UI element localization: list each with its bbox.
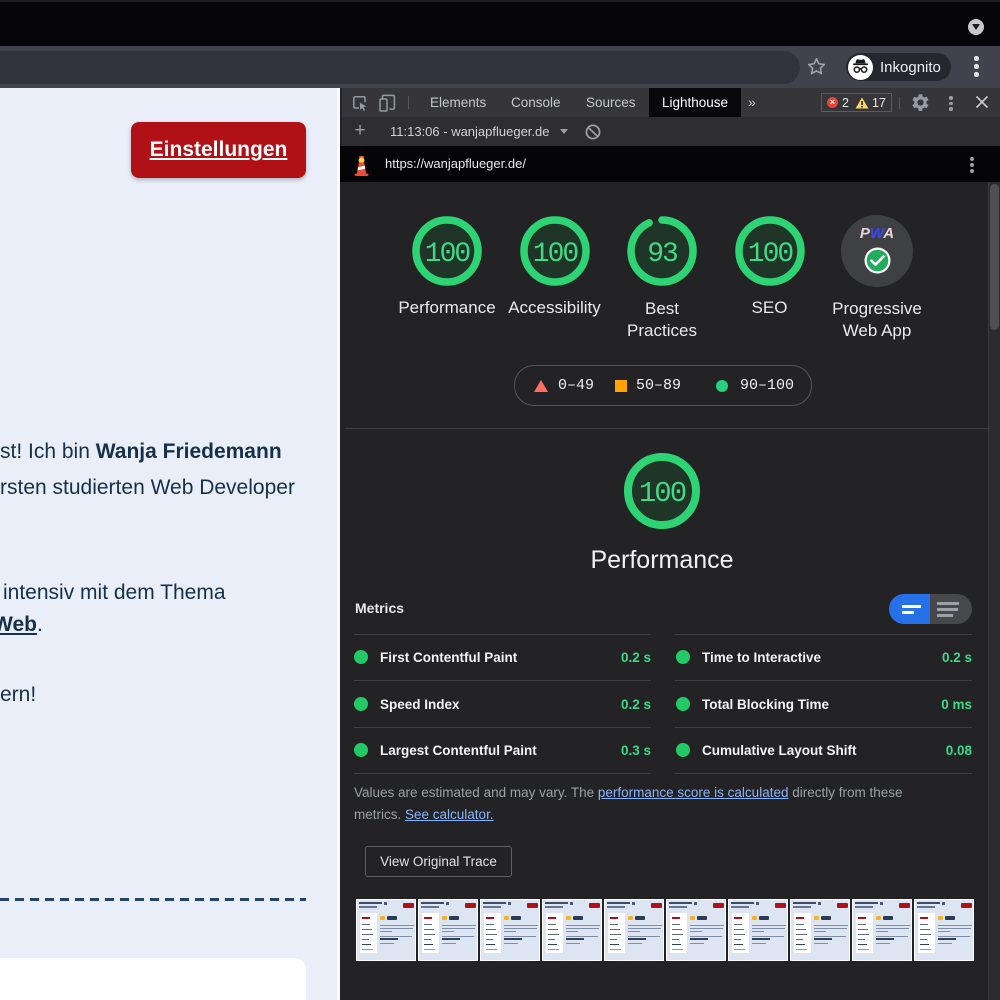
svg-text:100: 100 bbox=[639, 477, 686, 510]
svg-text:93: 93 bbox=[647, 239, 678, 270]
svg-text:100: 100 bbox=[425, 239, 471, 270]
svg-text:100: 100 bbox=[532, 239, 578, 270]
svg-text:100: 100 bbox=[747, 239, 793, 270]
